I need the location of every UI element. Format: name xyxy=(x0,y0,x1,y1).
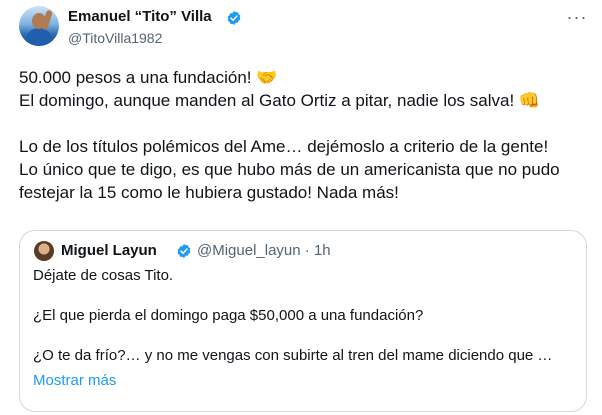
tweet: Emanuel “Tito” Villa @TitoVilla1982 ··· … xyxy=(0,0,602,415)
quoted-line: Déjate de cosas Tito. xyxy=(33,267,174,284)
avatar-head-shape xyxy=(32,13,46,29)
show-more-link[interactable]: Mostrar más xyxy=(33,372,116,389)
tweet-line: Lo único que te digo, es que hubo más de… xyxy=(19,160,560,179)
quoted-author-name: Miguel Layun xyxy=(61,242,157,259)
more-options-icon[interactable]: ··· xyxy=(566,6,588,28)
quoted-line-break xyxy=(33,286,573,306)
quoted-author-avatar xyxy=(34,241,54,261)
tweet-line: festejar la 15 como le hubiera gustado! … xyxy=(19,183,399,202)
author-handle[interactable]: @TitoVilla1982 xyxy=(68,30,162,46)
quoted-line: ¿El que pierda el domingo paga $50,000 a… xyxy=(33,307,424,324)
tweet-line: 50.000 pesos a una fundación! 🤝 xyxy=(19,68,278,87)
quoted-text: Déjate de cosas Tito. ¿El que pierda el … xyxy=(33,266,573,366)
tweet-line: El domingo, aunque manden al Gato Ortiz … xyxy=(19,91,541,110)
verified-icon xyxy=(177,244,191,258)
quoted-tweet[interactable]: Miguel Layun @Miguel_layun · 1h Déjate d… xyxy=(19,230,587,412)
quoted-timestamp: 1h xyxy=(313,242,331,259)
tweet-line: Lo de los títulos polémicos del Ame… dej… xyxy=(19,137,549,156)
quoted-line-break xyxy=(33,326,573,346)
meta-separator: · xyxy=(304,242,310,259)
tweet-line-break xyxy=(19,112,589,135)
author-avatar[interactable] xyxy=(19,6,59,46)
quoted-line: ¿O te da frío?… y no me vengas con subir… xyxy=(33,347,553,364)
quoted-author-handle: @Miguel_layun xyxy=(197,242,301,259)
tweet-text: 50.000 pesos a una fundación! 🤝 El domin… xyxy=(19,66,589,204)
author-name[interactable]: Emanuel “Tito” Villa xyxy=(68,8,212,25)
verified-icon xyxy=(227,11,241,25)
avatar-shirt-shape xyxy=(25,28,53,46)
quoted-meta: @Miguel_layun · 1h xyxy=(197,242,331,259)
